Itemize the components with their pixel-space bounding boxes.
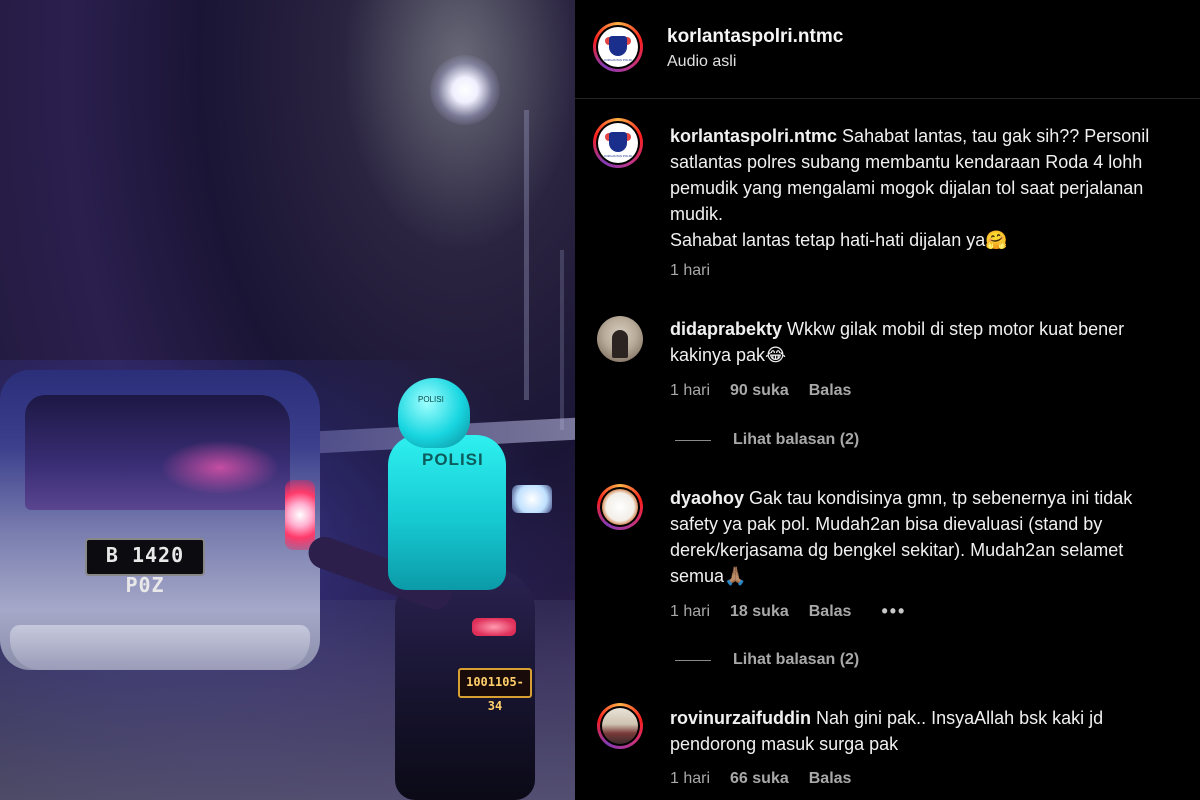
- caption-time: 1 hari: [670, 262, 711, 279]
- car-license-plate: B 1420 P0Z: [85, 538, 205, 597]
- header-avatar[interactable]: KORLANTAS POLRI: [593, 22, 643, 72]
- replies-line: [675, 439, 711, 441]
- police-officer-on-motorbike: 1001105-34 POLISI POLISI: [300, 375, 570, 800]
- helmet-label: POLISI: [418, 395, 444, 404]
- comment-time: 1 hari: [670, 602, 711, 620]
- reply-button[interactable]: Balas: [809, 603, 852, 621]
- view-replies-label: Lihat balasan (2): [733, 651, 860, 668]
- caption-avatar[interactable]: KORLANTAS POLRI: [593, 118, 643, 168]
- header-divider: [575, 98, 1200, 99]
- comment-username[interactable]: rovinurzaifuddin: [670, 708, 811, 728]
- header-username[interactable]: korlantaspolri.ntmc: [667, 26, 843, 48]
- car-bumper: [10, 625, 310, 670]
- comment-meta: 1 hari 90 suka Balas: [670, 382, 851, 400]
- comments-panel: KORLANTAS POLRI korlantaspolri.ntmc Audi…: [575, 0, 1200, 800]
- comment-username[interactable]: dyaohoy: [670, 488, 744, 508]
- view-replies-label: Lihat balasan (2): [733, 431, 860, 448]
- avatar[interactable]: [597, 484, 643, 530]
- avatar[interactable]: [597, 316, 643, 362]
- motorbike-light: [512, 485, 552, 513]
- street-light: [430, 55, 500, 125]
- comment-text: didaprabekty Wkkw gilak mobil di step mo…: [670, 316, 1200, 368]
- caption-username[interactable]: korlantaspolri.ntmc: [670, 126, 837, 146]
- comment-time: 1 hari: [670, 770, 711, 787]
- reply-button[interactable]: Balas: [809, 382, 852, 400]
- view-replies-button[interactable]: Lihat balasan (2): [675, 431, 859, 449]
- comment-likes[interactable]: 90 suka: [730, 382, 789, 400]
- comment-text: rovinurzaifuddin Nah gini pak.. InsyaAll…: [670, 705, 1200, 757]
- video-player[interactable]: B 1420 P0Z 1001105-34 POLISI POLISI: [0, 0, 575, 800]
- motorbike-taillight: [472, 618, 516, 636]
- comment-likes[interactable]: 18 suka: [730, 603, 789, 621]
- vest-label: POLISI: [422, 450, 484, 469]
- light-pole: [524, 110, 529, 400]
- more-options-icon[interactable]: •••: [881, 601, 906, 622]
- comment-time: 1 hari: [670, 382, 711, 399]
- officer-helmet: [398, 378, 470, 448]
- comment-text: dyaohoy Gak tau kondisinya gmn, tp seben…: [670, 485, 1200, 589]
- replies-line: [675, 659, 711, 661]
- comment-username[interactable]: didaprabekty: [670, 319, 782, 339]
- caption-text: korlantaspolri.ntmc Sahabat lantas, tau …: [670, 123, 1200, 253]
- comment-meta: 1 hari 66 suka Balas: [670, 770, 851, 788]
- audio-label[interactable]: Audio asli: [667, 53, 736, 71]
- comment-likes[interactable]: 66 suka: [730, 770, 789, 788]
- car: B 1420 P0Z: [0, 370, 320, 690]
- korlantas-logo-icon: KORLANTAS POLRI: [598, 27, 638, 67]
- avatar[interactable]: [597, 703, 643, 749]
- view-replies-button[interactable]: Lihat balasan (2): [675, 651, 859, 669]
- comment-meta: 1 hari 18 suka Balas •••: [670, 601, 906, 622]
- korlantas-logo-icon: KORLANTAS POLRI: [598, 123, 638, 163]
- caption-meta: 1 hari: [670, 262, 710, 280]
- light-reflection: [160, 440, 280, 495]
- reply-button[interactable]: Balas: [809, 770, 852, 788]
- motorbike-license-plate: 1001105-34: [458, 668, 532, 713]
